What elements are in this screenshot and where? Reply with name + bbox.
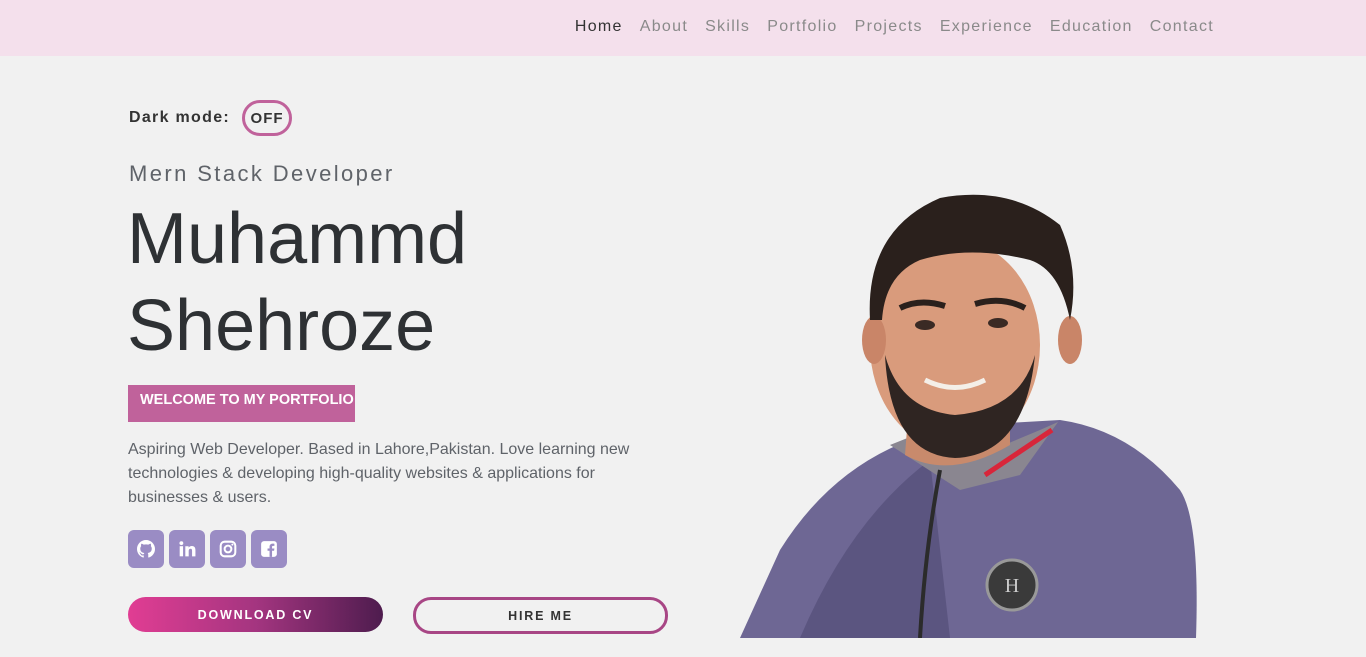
instagram-link[interactable] [210,530,246,568]
nav-contact[interactable]: Contact [1150,17,1214,37]
nav-experience[interactable]: Experience [940,17,1033,37]
nav-links: Home About Skills Portfolio Projects Exp… [575,17,1214,37]
nav-education[interactable]: Education [1050,17,1133,37]
nav-projects[interactable]: Projects [855,17,923,37]
facebook-icon [261,541,277,557]
portrait-eye-left [915,320,935,330]
download-cv-button[interactable]: DOWNLOAD CV [128,597,383,632]
linkedin-link[interactable] [169,530,205,568]
nav-skills[interactable]: Skills [705,17,750,37]
facebook-link[interactable] [251,530,287,568]
portrait-ear-right [1058,316,1082,364]
hero-name-line2: Shehroze [127,286,436,366]
dark-mode-label: Dark mode: [129,109,231,126]
instagram-icon [219,540,237,558]
portrait-badge-letter: H [1005,575,1019,597]
nav-portfolio[interactable]: Portfolio [767,17,837,37]
linkedin-icon [179,541,196,557]
hire-me-button[interactable]: HIRE ME [413,597,668,634]
profile-photo: H [740,194,1197,638]
hero-bio: Aspiring Web Developer. Based in Lahore,… [128,441,630,506]
hero-name-line1: Muhammd [127,199,468,279]
github-icon [137,540,155,558]
dark-mode-toggle[interactable]: OFF [242,100,293,136]
github-link[interactable] [128,530,164,568]
navbar: Home About Skills Portfolio Projects Exp… [0,0,1366,56]
social-links [128,530,287,568]
welcome-badge: WELCOME TO MY PORTFOLIO [128,385,355,422]
portrait-ear-left [862,316,886,364]
hero-name: Muhammd Shehroze [127,196,467,370]
hero-subtitle: Mern Stack Developer [129,161,395,186]
portrait-eye-right [988,318,1008,328]
nav-about[interactable]: About [640,17,688,37]
nav-home[interactable]: Home [575,17,623,37]
dark-mode-control: Dark mode: OFF [129,100,293,136]
